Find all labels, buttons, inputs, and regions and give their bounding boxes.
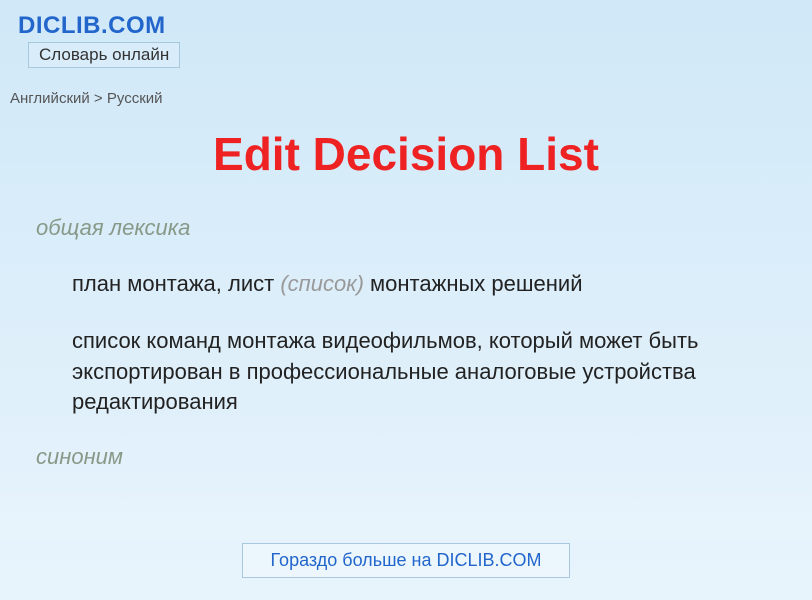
definition-1-prefix: план монтажа, лист bbox=[72, 271, 280, 296]
category-label: общая лексика bbox=[36, 215, 776, 241]
site-title[interactable]: DICLIB.COM bbox=[18, 12, 794, 40]
more-link[interactable]: Гораздо больше на DICLIB.COM bbox=[242, 543, 571, 578]
synonym-label: синоним bbox=[36, 444, 776, 470]
header: DICLIB.COM Словарь онлайн bbox=[0, 0, 812, 76]
entry-title: Edit Decision List bbox=[0, 127, 812, 181]
content: общая лексика план монтажа, лист (список… bbox=[0, 215, 812, 470]
definition-2: список команд монтажа видеофильмов, кото… bbox=[72, 326, 776, 418]
footer: Гораздо больше на DICLIB.COM bbox=[0, 543, 812, 578]
definition-1: план монтажа, лист (список) монтажных ре… bbox=[72, 269, 776, 300]
breadcrumb[interactable]: Английский > Русский bbox=[0, 76, 812, 107]
fade-overlay bbox=[0, 480, 812, 540]
definition-1-suffix: монтажных решений bbox=[364, 271, 583, 296]
definition-1-italic: (список) bbox=[280, 271, 364, 296]
tagline: Словарь онлайн bbox=[28, 42, 180, 68]
